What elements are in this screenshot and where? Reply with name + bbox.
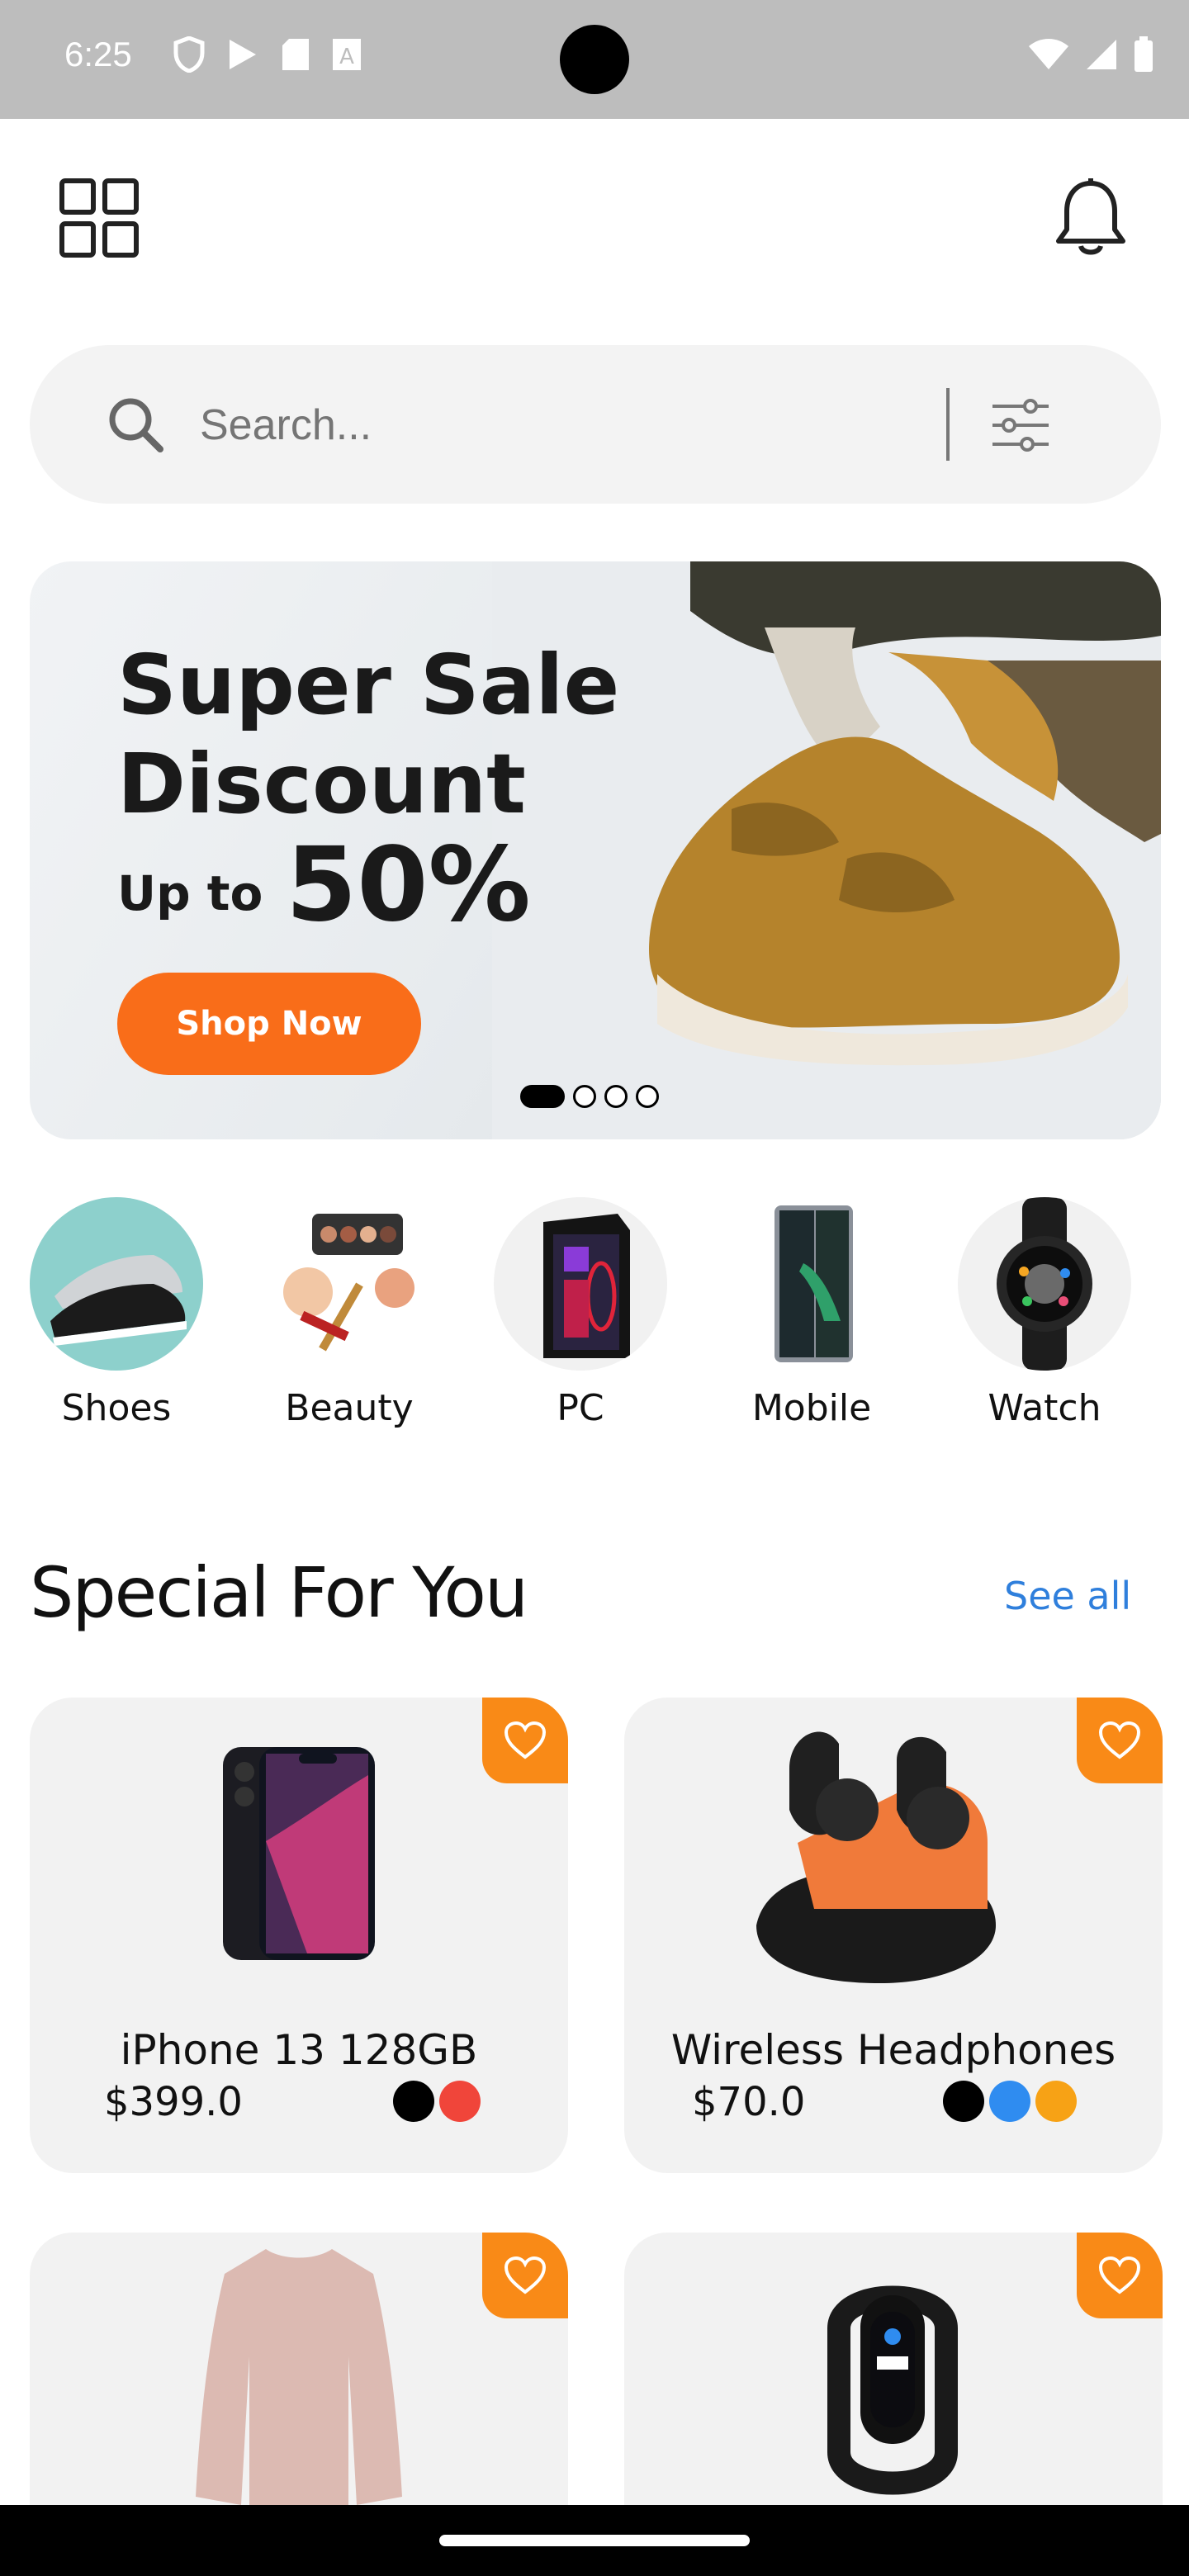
category-list: Shoes Beauty PC Mobile Watch (30, 1197, 1161, 1445)
favorite-button[interactable] (1077, 1698, 1163, 1783)
search-divider (946, 388, 950, 461)
color-swatch[interactable] (989, 2081, 1030, 2122)
camera-cutout (560, 25, 629, 94)
carousel-dot[interactable] (573, 1085, 596, 1108)
category-watch[interactable]: Watch (958, 1197, 1131, 1429)
carousel-dot[interactable] (604, 1085, 628, 1108)
play-store-icon (230, 40, 256, 69)
color-swatch[interactable] (439, 2081, 481, 2122)
wifi-icon (1029, 39, 1068, 69)
heart-icon (1098, 1721, 1141, 1759)
iphone-image (223, 1747, 375, 1960)
status-bar: 6:25 A (0, 0, 1189, 119)
favorite-button[interactable] (1077, 2233, 1163, 2318)
grid-menu-icon[interactable] (59, 178, 139, 258)
search-icon[interactable] (106, 395, 165, 454)
filter-icon[interactable] (988, 396, 1054, 454)
favorite-button[interactable] (482, 1698, 568, 1783)
product-card[interactable]: Wireless Headphones $70.0 (624, 1698, 1163, 2173)
category-label: Watch (988, 1387, 1101, 1429)
category-label: Mobile (751, 1387, 872, 1429)
category-label: PC (557, 1387, 604, 1429)
status-system-icons (1027, 36, 1154, 73)
foldable-phone-image (725, 1197, 898, 1371)
status-time: 6:25 (64, 35, 132, 73)
carousel-indicator (520, 1085, 659, 1108)
fitness-band-image (827, 2285, 958, 2495)
banner-title-line2: Discount (117, 736, 526, 832)
product-name: iPhone 13 128GB (120, 2026, 478, 2074)
headphones-image (756, 1731, 996, 1983)
category-mobile[interactable]: Mobile (725, 1197, 898, 1429)
top-bar (0, 119, 1189, 317)
banner-percent: 50% (286, 826, 531, 945)
shop-now-button[interactable]: Shop Now (117, 973, 421, 1075)
heart-icon (1098, 2256, 1141, 2294)
product-name: Wireless Headphones (670, 2026, 1116, 2074)
sd-card-icon (282, 39, 309, 70)
search-bar (30, 345, 1161, 504)
category-label: Shoes (61, 1387, 172, 1429)
font-icon: A (333, 39, 361, 70)
section-title: Special For You (30, 1552, 528, 1633)
color-swatch[interactable] (393, 2081, 434, 2122)
carousel-dot[interactable] (520, 1085, 565, 1108)
home-gesture-bar[interactable] (439, 2535, 750, 2546)
bell-icon[interactable] (1054, 177, 1128, 259)
color-swatches (393, 2081, 481, 2122)
color-swatches (943, 2081, 1077, 2122)
heart-icon (504, 1721, 547, 1759)
navigation-bar (0, 2505, 1189, 2576)
sweater-image (196, 2249, 402, 2513)
see-all-link[interactable]: See all (1004, 1574, 1131, 1618)
product-card[interactable]: iPhone 13 128GB $399.0 (30, 1698, 568, 2173)
makeup-image (263, 1197, 436, 1371)
promo-banner[interactable]: Super Sale Discount Up to 50% Shop Now (30, 561, 1161, 1139)
color-swatch[interactable] (1035, 2081, 1077, 2122)
smartwatch-image (958, 1197, 1131, 1371)
category-label: Beauty (285, 1387, 414, 1429)
banner-upto: Up to (117, 865, 263, 921)
svg-text:A: A (339, 45, 354, 69)
category-pc[interactable]: PC (494, 1197, 667, 1429)
pc-tower-image (494, 1197, 667, 1371)
battery-icon (1135, 36, 1153, 72)
shoes-image (30, 1197, 203, 1371)
color-swatch[interactable] (943, 2081, 984, 2122)
category-shoes[interactable]: Shoes (30, 1197, 203, 1429)
status-notification-icons: A (173, 36, 362, 73)
shield-icon (173, 36, 205, 73)
category-beauty[interactable]: Beauty (263, 1197, 436, 1429)
search-input[interactable] (200, 388, 860, 462)
product-price: $399.0 (104, 2079, 243, 2125)
signal-icon (1087, 40, 1116, 69)
banner-title-line1: Super Sale (117, 637, 620, 733)
heart-icon (504, 2256, 547, 2294)
carousel-dot[interactable] (636, 1085, 659, 1108)
product-price: $70.0 (692, 2079, 806, 2125)
favorite-button[interactable] (482, 2233, 568, 2318)
banner-title: Super Sale Discount (117, 636, 619, 834)
